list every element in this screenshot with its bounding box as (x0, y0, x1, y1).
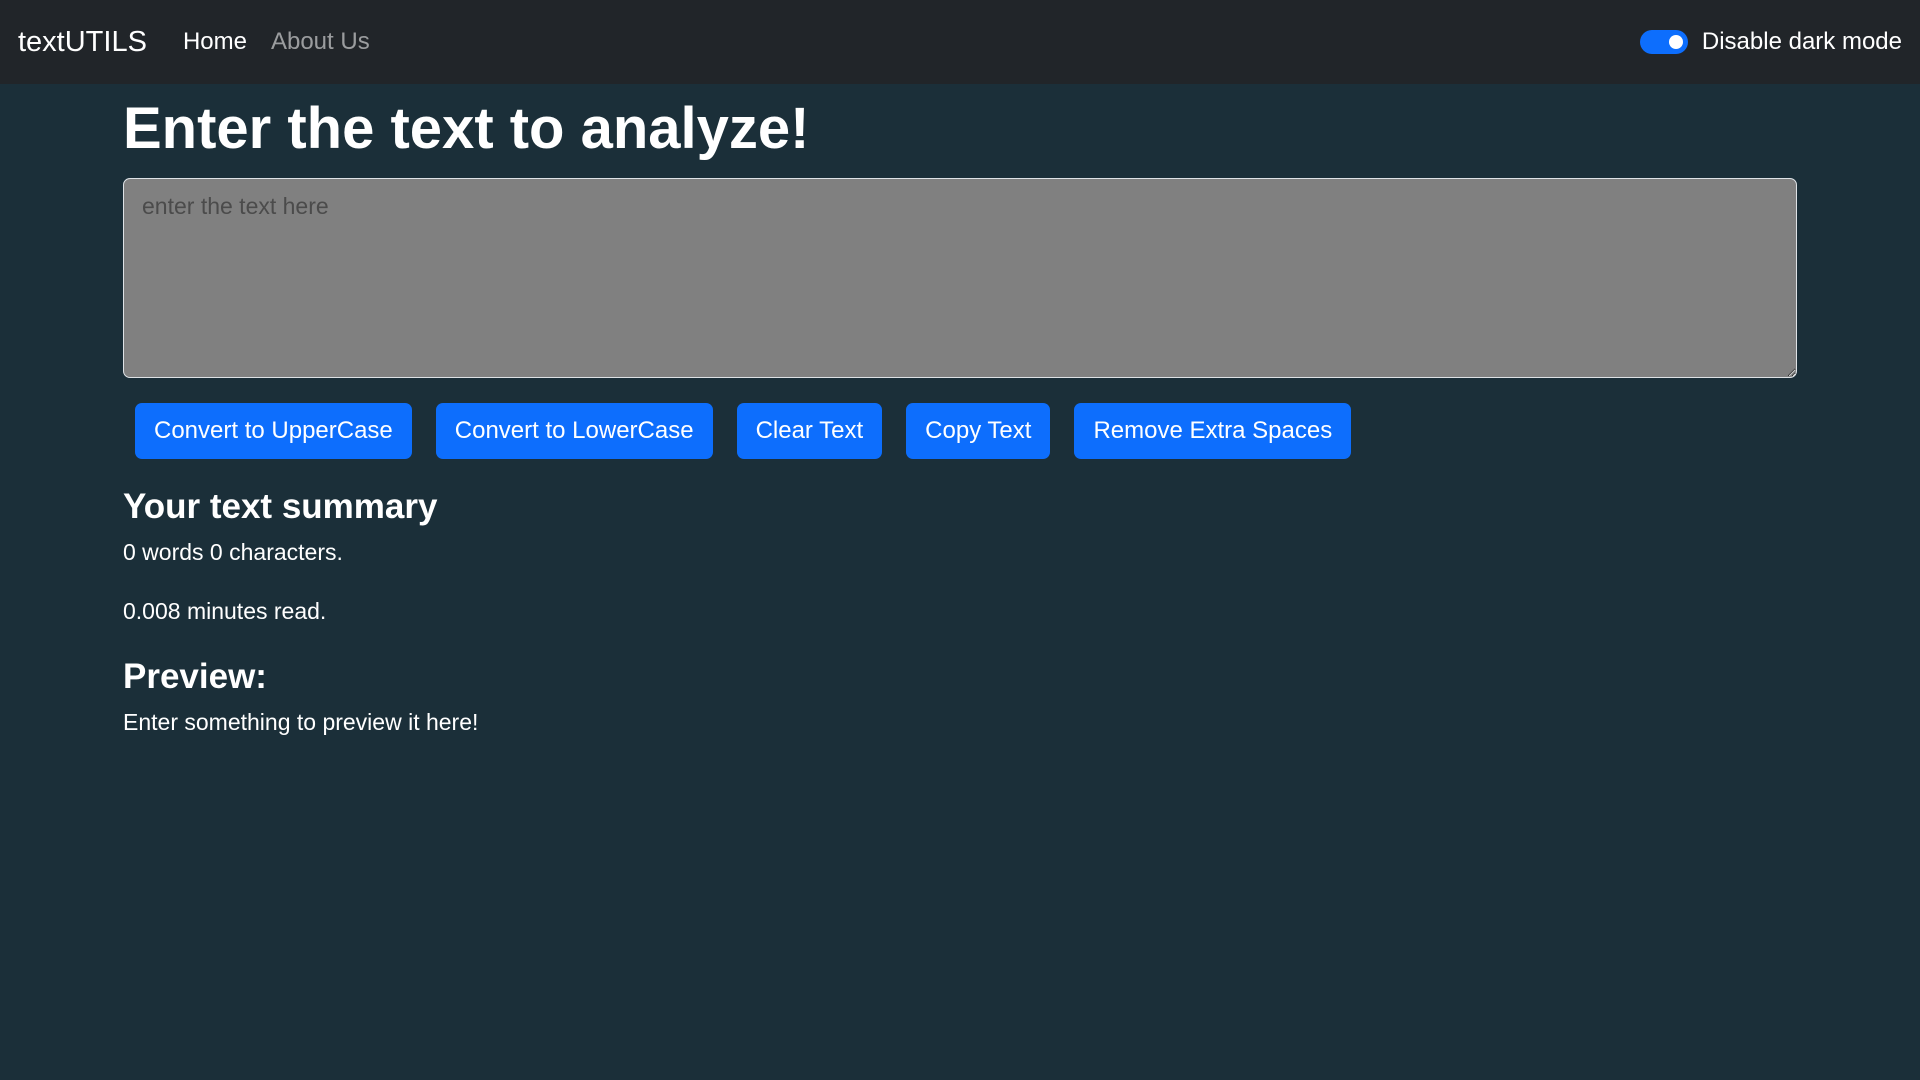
preview-heading: Preview: (123, 656, 267, 696)
brand-logo[interactable]: textUTILS (18, 26, 147, 59)
nav-link-about-us[interactable]: About Us (271, 28, 370, 56)
read-time: 0.008 minutes read. (123, 597, 327, 624)
clear-text-button[interactable]: Clear Text (736, 402, 883, 459)
copy-text-button[interactable]: Copy Text (906, 402, 1051, 459)
main-container: Enter the text to analyze! Convert to Up… (123, 84, 1797, 768)
nav-link-home[interactable]: Home (183, 28, 247, 56)
dark-mode-label[interactable]: Disable dark mode (1702, 28, 1902, 56)
remove-extra-spaces-button[interactable]: Remove Extra Spaces (1074, 402, 1352, 459)
toggle-knob (1668, 35, 1683, 49)
dark-mode-switch[interactable]: Disable dark mode (1639, 28, 1902, 56)
preview-text: Enter something to preview it here! (123, 708, 479, 735)
summary-heading: Your text summary (123, 486, 438, 526)
uppercase-button[interactable]: Convert to UpperCase (135, 402, 412, 459)
action-buttons: Convert to UpperCase Convert to LowerCas… (123, 402, 1797, 459)
lowercase-button[interactable]: Convert to LowerCase (435, 402, 713, 459)
word-character-count: 0 words 0 characters. (123, 538, 343, 565)
page-title: Enter the text to analyze! (123, 96, 810, 161)
dark-mode-toggle[interactable] (1639, 30, 1688, 54)
text-input-area[interactable] (123, 177, 1797, 378)
navbar: textUTILS Home About Us Disable dark mod… (0, 0, 1920, 84)
